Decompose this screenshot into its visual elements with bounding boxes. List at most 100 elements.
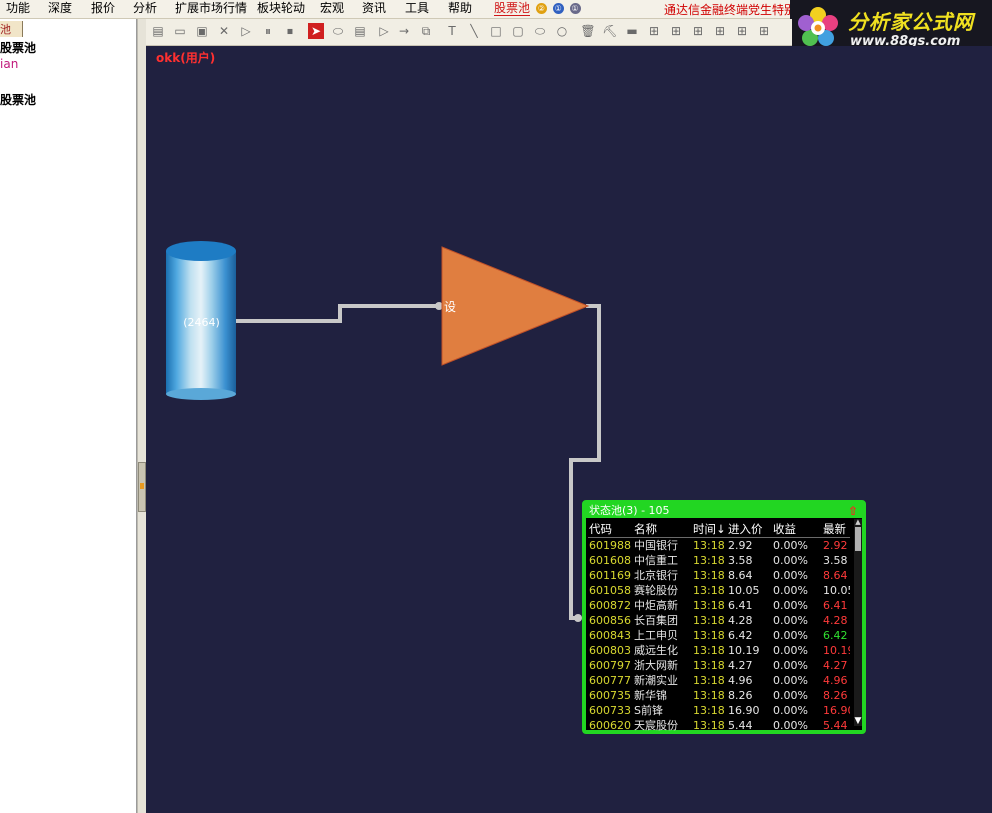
col-return[interactable]: 收益: [772, 521, 822, 538]
cell-last: 4.27: [823, 659, 848, 672]
col-name[interactable]: 名称: [633, 521, 692, 538]
copy-icon[interactable]: ⧉: [418, 23, 434, 39]
cell-last: 16.90: [823, 704, 850, 717]
play-icon[interactable]: ▷: [238, 23, 254, 39]
cell-price: 5.44: [728, 719, 753, 732]
table-row[interactable]: 601058赛轮股份13:1810.050.00%10.05: [588, 583, 850, 598]
table-row[interactable]: 601169 北京银行 13:18 8.64 0.00% 8.64: [588, 568, 850, 583]
cell-time: 13:18: [693, 569, 725, 582]
logo-title: 分析家公式网: [848, 10, 974, 34]
align-center-icon[interactable]: ⊞: [668, 23, 684, 39]
pool-header: 状态池(3) - 105 ⇧: [586, 504, 862, 518]
wire-source-to-filter: [236, 304, 438, 323]
scroll-thumb[interactable]: [855, 527, 861, 551]
line-tool-icon[interactable]: ╲: [466, 23, 482, 39]
pause-icon[interactable]: ⏸: [260, 23, 276, 39]
col-time[interactable]: 时间↓: [692, 521, 727, 538]
cell-last: 8.64: [823, 569, 848, 582]
col-last[interactable]: 最新: [822, 521, 850, 538]
sidebar-tab[interactable]: 池: [0, 21, 23, 37]
table-row[interactable]: 600733S前锋13:1816.900.00%16.90: [588, 703, 850, 718]
cell-ret: 0.00%: [773, 539, 808, 552]
doc-icon[interactable]: ▤: [150, 23, 166, 39]
menu-help[interactable]: 帮助: [448, 1, 472, 15]
oval-tool-icon[interactable]: ○: [554, 23, 570, 39]
filter-triangle[interactable]: [441, 246, 590, 366]
sidebar-tab-label: 池: [0, 23, 11, 36]
table-row[interactable]: 600620 天宸股份 13:18 5.44 0.00% 5.44: [588, 718, 850, 733]
square-tool-icon[interactable]: □: [488, 23, 504, 39]
trash-icon[interactable]: 🗑: [580, 23, 596, 39]
pool-scrollbar[interactable]: ▲ ▼: [854, 519, 862, 726]
save-icon[interactable]: ▣: [194, 23, 210, 39]
dash-icon[interactable]: ▬: [624, 23, 640, 39]
badge-1b: ①: [569, 3, 581, 14]
delete-icon[interactable]: ✕: [216, 23, 232, 39]
news-marquee[interactable]: 通达信金融终端党生特别: [664, 1, 796, 18]
cell-code: 600620: [589, 719, 631, 732]
scroll-up-icon[interactable]: ▲: [854, 519, 862, 526]
menu-macro[interactable]: 宏观: [320, 1, 344, 15]
cell-name: 长百集团: [634, 614, 678, 627]
table-row[interactable]: 600777 新潮实业 13:18 4.96 0.00% 4.96: [588, 673, 850, 688]
open-icon[interactable]: ▭: [172, 23, 188, 39]
cylinder-tool-icon[interactable]: ⬭: [330, 23, 346, 39]
cell-time: 13:18: [693, 704, 725, 717]
table-row[interactable]: 600872 中炬高新 13:18 6.41 0.00% 6.41: [588, 598, 850, 613]
rect-tool-icon[interactable]: ▤: [352, 23, 368, 39]
table-row[interactable]: 600856 长百集团 13:18 4.28 0.00% 4.28: [588, 613, 850, 628]
state-pool-panel[interactable]: 状态池(3) - 105 ⇧ 代码 名称 时间↓ 进入价 收益 最新 60198…: [582, 500, 866, 734]
cell-ret: 0.00%: [773, 584, 808, 597]
flower-logo-icon: [798, 7, 838, 46]
cell-price: 3.58: [728, 554, 753, 567]
scroll-down-icon[interactable]: ▼: [854, 717, 862, 726]
filter-label: 设: [444, 300, 457, 314]
circle-tool-icon[interactable]: ▢: [510, 23, 526, 39]
triangle-tool-icon[interactable]: ▷: [376, 23, 392, 39]
menu-quote[interactable]: 报价: [91, 1, 115, 15]
align-middle-icon[interactable]: ⊞: [734, 23, 750, 39]
sidebar-item-pool-2[interactable]: 股票池: [0, 91, 36, 108]
collapse-up-icon[interactable]: ⇧: [848, 504, 858, 518]
cell-ret: 0.00%: [773, 599, 808, 612]
sidebar-item-pool-1[interactable]: 股票池: [0, 39, 36, 56]
cell-name: 中信重工: [634, 554, 678, 567]
sidebar: 池 股票池 ian 股票池: [0, 19, 137, 813]
menu-stock-pool[interactable]: 股票池 ② ① ①: [494, 1, 581, 16]
menu-depth[interactable]: 深度: [48, 1, 72, 15]
menu-function[interactable]: 功能: [6, 1, 30, 15]
cell-price: 8.26: [728, 689, 753, 702]
arrow-tool-icon[interactable]: →: [396, 23, 412, 39]
ellipse-tool-icon[interactable]: ⬭: [532, 23, 548, 39]
menu-extended-market[interactable]: 扩展市场行情: [175, 1, 247, 15]
pointer-icon[interactable]: ➤: [308, 23, 324, 39]
paint-icon[interactable]: ⛏: [602, 23, 618, 39]
menu-sector-rotation[interactable]: 板块轮动: [257, 1, 305, 15]
splitter-handle[interactable]: [138, 462, 146, 512]
align-top-icon[interactable]: ⊞: [712, 23, 728, 39]
table-row[interactable]: 600843 上工申贝 13:18 6.42 0.00% 6.42: [588, 628, 850, 643]
col-entry-price[interactable]: 进入价: [727, 521, 772, 538]
cell-ret: 0.00%: [773, 674, 808, 687]
text-tool-icon[interactable]: T: [444, 23, 460, 39]
table-row[interactable]: 600803威远生化13:1810.190.00%10.19: [588, 643, 850, 658]
table-row[interactable]: 600735 新华锦 13:18 8.26 0.00% 8.26: [588, 688, 850, 703]
col-code[interactable]: 代码: [588, 521, 633, 538]
cell-price: 10.05: [728, 584, 760, 597]
align-bottom-icon[interactable]: ⊞: [756, 23, 772, 39]
table-row[interactable]: 601608 中信重工 13:18 3.58 0.00% 3.58: [588, 553, 850, 568]
strategy-canvas[interactable]: okk(用户) (2464) 设 状态池(3) - 105 ⇧ 代码 名称 时间…: [146, 46, 992, 813]
panel-splitter[interactable]: [137, 19, 146, 813]
align-right-icon[interactable]: ⊞: [690, 23, 706, 39]
cell-time: 13:18: [693, 644, 725, 657]
table-row[interactable]: 601988 中国银行 13:18 2.92 0.00% 2.92: [588, 538, 850, 554]
cell-time: 13:18: [693, 554, 725, 567]
cell-code: 601988: [589, 539, 631, 552]
menu-tools[interactable]: 工具: [405, 1, 429, 15]
align-left-icon[interactable]: ⊞: [646, 23, 662, 39]
table-row[interactable]: 600797 浙大网新 13:18 4.27 0.00% 4.27: [588, 658, 850, 673]
menu-news[interactable]: 资讯: [362, 1, 386, 15]
menu-analysis[interactable]: 分析: [133, 1, 157, 15]
sidebar-item-user[interactable]: ian: [0, 57, 18, 71]
stop-icon[interactable]: ⏹: [282, 23, 298, 39]
